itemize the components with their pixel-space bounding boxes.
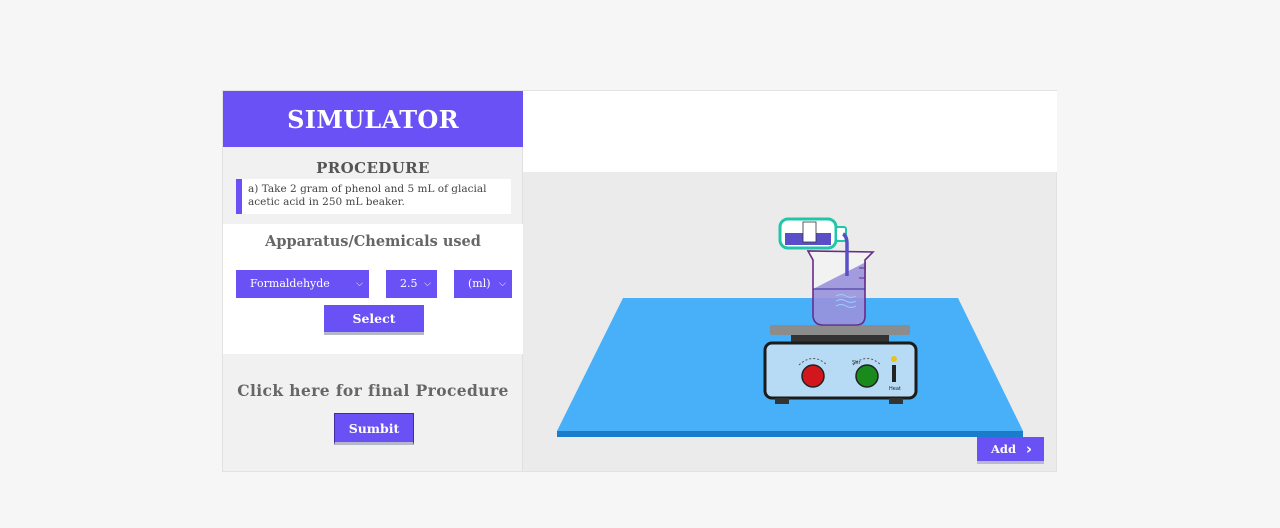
- quantity-select[interactable]: 2.5 ⌵: [386, 270, 437, 298]
- lab-scene: Stir Heat: [523, 172, 1056, 471]
- final-procedure-link[interactable]: Click here for final Procedure: [223, 381, 523, 400]
- chevron-down-icon: ⌵: [424, 279, 431, 289]
- instruction-area: [523, 91, 1057, 172]
- lab-scene-svg: Stir Heat: [557, 217, 1023, 437]
- unit-select-value: (ml): [468, 277, 491, 290]
- quantity-select-value: 2.5: [400, 277, 418, 290]
- heat-indicator-label: Heat: [889, 386, 901, 392]
- lab-table-edge: [557, 431, 1023, 437]
- submit-button[interactable]: Sumbit: [334, 413, 414, 445]
- apparatus-heading: Apparatus/Chemicals used: [265, 233, 481, 250]
- procedure-step: a) Take 2 gram of phenol and 5 mL of gla…: [236, 179, 511, 214]
- heat-knob[interactable]: [801, 364, 825, 388]
- beaker[interactable]: [806, 250, 875, 326]
- chemical-select[interactable]: Formaldehyde ⌵: [236, 270, 369, 298]
- simulator-panel: SIMULATOR PROCEDURE a) Take 2 gram of ph…: [222, 90, 1057, 472]
- chevron-down-icon: ⌵: [356, 279, 363, 289]
- chevron-right-icon: ›: [1025, 440, 1032, 458]
- add-button[interactable]: Add ›: [977, 437, 1044, 464]
- stir-knob-label: Stir: [852, 360, 862, 366]
- select-button[interactable]: Select: [324, 305, 424, 335]
- add-button-label: Add: [991, 442, 1017, 456]
- control-panel: SIMULATOR PROCEDURE a) Take 2 gram of ph…: [223, 91, 523, 471]
- chemical-select-value: Formaldehyde: [250, 277, 330, 290]
- unit-select[interactable]: (ml) ⌵: [454, 270, 512, 298]
- chevron-down-icon: ⌵: [499, 279, 506, 289]
- simulator-title: SIMULATOR: [223, 91, 523, 147]
- stir-knob[interactable]: [855, 364, 879, 388]
- apparatus-section: Apparatus/Chemicals used Formaldehyde ⌵ …: [223, 224, 523, 354]
- procedure-heading: PROCEDURE: [316, 159, 430, 177]
